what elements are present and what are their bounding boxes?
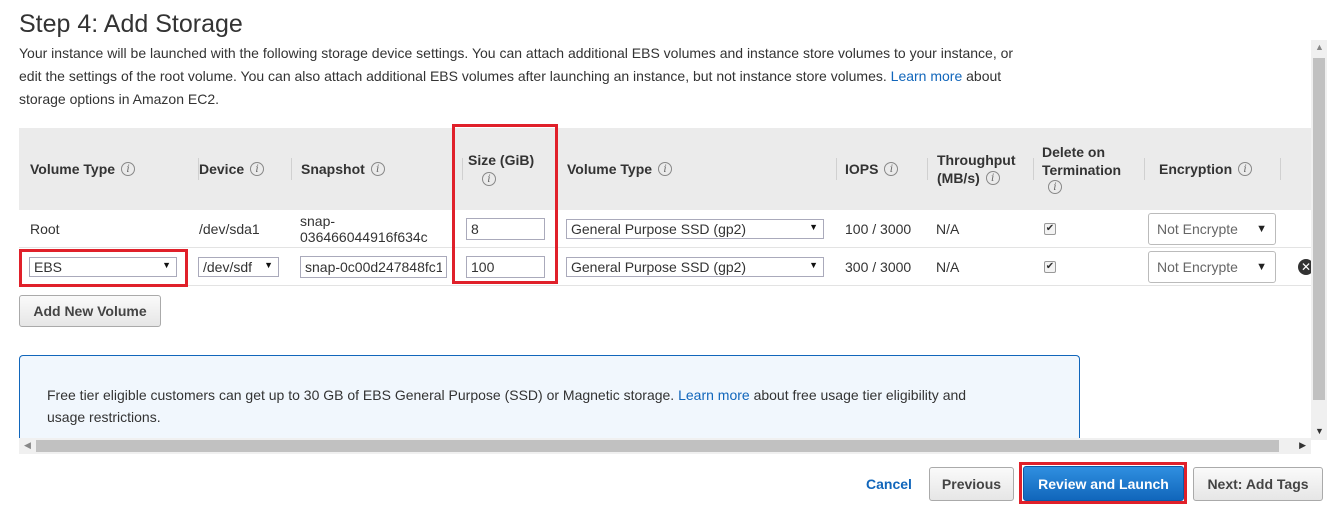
intro-text: Your instance will be launched with the … — [19, 42, 1079, 111]
info-icon[interactable]: i — [370, 162, 385, 176]
previous-button[interactable]: Previous — [929, 467, 1014, 501]
header-throughput: Throughput (MB/s) i — [937, 128, 1034, 210]
learn-more-link[interactable]: Learn more — [891, 68, 963, 84]
chevron-down-icon: ▼ — [1256, 222, 1267, 235]
header-delete-on-termination: Delete on Termination i — [1042, 128, 1145, 210]
add-new-volume-button[interactable]: Add New Volume — [19, 295, 161, 327]
row1-throughput: N/A — [936, 220, 960, 237]
header-throughput-unit-wrap: (MB/s) i — [937, 170, 1000, 186]
row1-snapshot-line2: 036466044916f634c — [300, 228, 428, 245]
row2-device-select[interactable]: /dev/sdf ▼ — [198, 256, 279, 277]
row1-delete-on-termination-checkbox[interactable]: ✔ — [1044, 222, 1056, 235]
info-icon[interactable]: i — [250, 162, 265, 176]
row2-throughput: N/A — [936, 258, 960, 275]
scroll-up-icon[interactable]: ▲ — [1315, 42, 1324, 52]
row2-device-value: /dev/sdf — [203, 258, 253, 275]
header-device: Device i — [199, 128, 292, 210]
notice-text-before: Free tier eligible customers can get up … — [47, 387, 675, 403]
review-and-launch-button[interactable]: Review and Launch — [1023, 466, 1184, 501]
table-row: Root /dev/sda1 snap- 036466044916f634c G… — [19, 210, 1311, 248]
header-volume-type-label: Volume Type — [30, 161, 116, 177]
scroll-left-icon[interactable]: ◀ — [24, 440, 31, 451]
chevron-down-icon: ▼ — [809, 259, 818, 270]
header-device-label: Device — [199, 161, 245, 177]
header-size: Size (GiB) i — [468, 128, 558, 210]
intro-line-1: Your instance will be launched with the … — [19, 45, 1014, 61]
row2-snapshot-input[interactable] — [300, 255, 447, 278]
header-snapshot-label: Snapshot — [301, 161, 365, 177]
info-icon[interactable]: i — [985, 171, 1000, 185]
info-icon[interactable]: i — [1048, 180, 1062, 194]
horizontal-scrollbar[interactable]: ◀ ▶ — [19, 438, 1311, 454]
table-row: EBS ▼ /dev/sdf ▼ General Purpose SSD (gp… — [19, 248, 1314, 286]
chevron-down-icon: ▼ — [809, 221, 818, 232]
header-volume-type: Volume Type i — [30, 128, 199, 210]
header-delete-label-1: Delete on — [1042, 144, 1106, 160]
row2-volume-type-value: EBS — [34, 258, 63, 275]
scroll-down-icon[interactable]: ▼ — [1315, 426, 1324, 436]
row2-iops: 300 / 3000 — [845, 258, 912, 275]
row1-ebs-volume-type-select[interactable]: General Purpose SSD (gp2) ▼ — [566, 218, 824, 239]
info-icon[interactable]: i — [1238, 162, 1253, 176]
notice-line-2: usage restrictions. — [47, 409, 161, 425]
intro-after-link: about — [966, 68, 1002, 84]
header-ebs-volume-type: Volume Type i — [567, 128, 837, 210]
row2-encryption-value: Not Encrypte — [1157, 258, 1238, 275]
header-throughput-label: Throughput — [937, 152, 1016, 168]
row1-ebs-volume-type-value: General Purpose SSD (gp2) — [571, 220, 747, 237]
chevron-down-icon: ▼ — [162, 259, 171, 270]
header-delete-label-2: Termination — [1042, 162, 1122, 178]
header-encryption: Encryption i — [1159, 128, 1281, 210]
cancel-link[interactable]: Cancel — [866, 476, 912, 492]
info-icon[interactable]: i — [884, 162, 899, 176]
row1-iops: 100 / 3000 — [845, 220, 912, 237]
chevron-down-icon: ▼ — [1256, 260, 1267, 273]
intro-line-2: edit the settings of the root volume. Yo… — [19, 68, 887, 84]
vertical-scrollbar[interactable]: ▲ ▼ — [1311, 40, 1327, 440]
header-encryption-label: Encryption — [1159, 161, 1233, 177]
notice-text: Free tier eligible customers can get up … — [47, 384, 1047, 428]
intro-line-3: storage options in Amazon EC2. — [19, 91, 220, 107]
row1-snapshot: snap- 036466044916f634c — [300, 210, 428, 247]
row1-encryption-value: Not Encrypte — [1157, 220, 1238, 237]
next-add-tags-button[interactable]: Next: Add Tags — [1193, 467, 1323, 501]
free-tier-notice: Free tier eligible customers can get up … — [19, 355, 1080, 445]
header-throughput-unit: (MB/s) — [937, 170, 980, 186]
horizontal-scroll-thumb[interactable] — [36, 440, 1279, 452]
chevron-down-icon: ▼ — [264, 259, 273, 270]
row2-encryption-select[interactable]: Not Encrypte ▼ — [1148, 250, 1276, 283]
header-iops-label: IOPS — [845, 161, 879, 177]
row2-size-input[interactable] — [466, 255, 545, 278]
row2-delete-on-termination-checkbox[interactable]: ✔ — [1044, 260, 1056, 273]
header-size-label: Size (GiB) — [468, 152, 535, 168]
vertical-scroll-thumb[interactable] — [1313, 58, 1325, 400]
row2-ebs-volume-type-select[interactable]: General Purpose SSD (gp2) ▼ — [566, 256, 824, 277]
table-header: Volume Type i Device i Snapshot i Size (… — [19, 128, 1311, 210]
row2-volume-type-select[interactable]: EBS ▼ — [29, 256, 177, 277]
info-icon[interactable]: i — [121, 162, 136, 176]
page-title: Step 4: Add Storage — [19, 10, 243, 38]
info-icon[interactable]: i — [482, 172, 496, 186]
row1-snapshot-line1: snap- — [300, 212, 336, 229]
row2-ebs-volume-type-value: General Purpose SSD (gp2) — [571, 258, 747, 275]
notice-text-after: about free usage tier eligibility and — [753, 387, 967, 403]
row1-size-input[interactable] — [466, 217, 545, 240]
info-icon[interactable]: i — [658, 162, 673, 176]
notice-learn-more-link[interactable]: Learn more — [678, 387, 750, 403]
row1-device: /dev/sda1 — [199, 220, 260, 237]
header-ebs-volume-type-label: Volume Type — [567, 161, 653, 177]
header-iops: IOPS i — [845, 128, 928, 210]
row1-encryption-select[interactable]: Not Encrypte ▼ — [1148, 212, 1276, 245]
scroll-right-icon[interactable]: ▶ — [1299, 440, 1306, 451]
row1-volume-type: Root — [30, 220, 60, 237]
header-snapshot: Snapshot i — [301, 128, 463, 210]
storage-table: Volume Type i Device i Snapshot i Size (… — [19, 128, 1314, 288]
